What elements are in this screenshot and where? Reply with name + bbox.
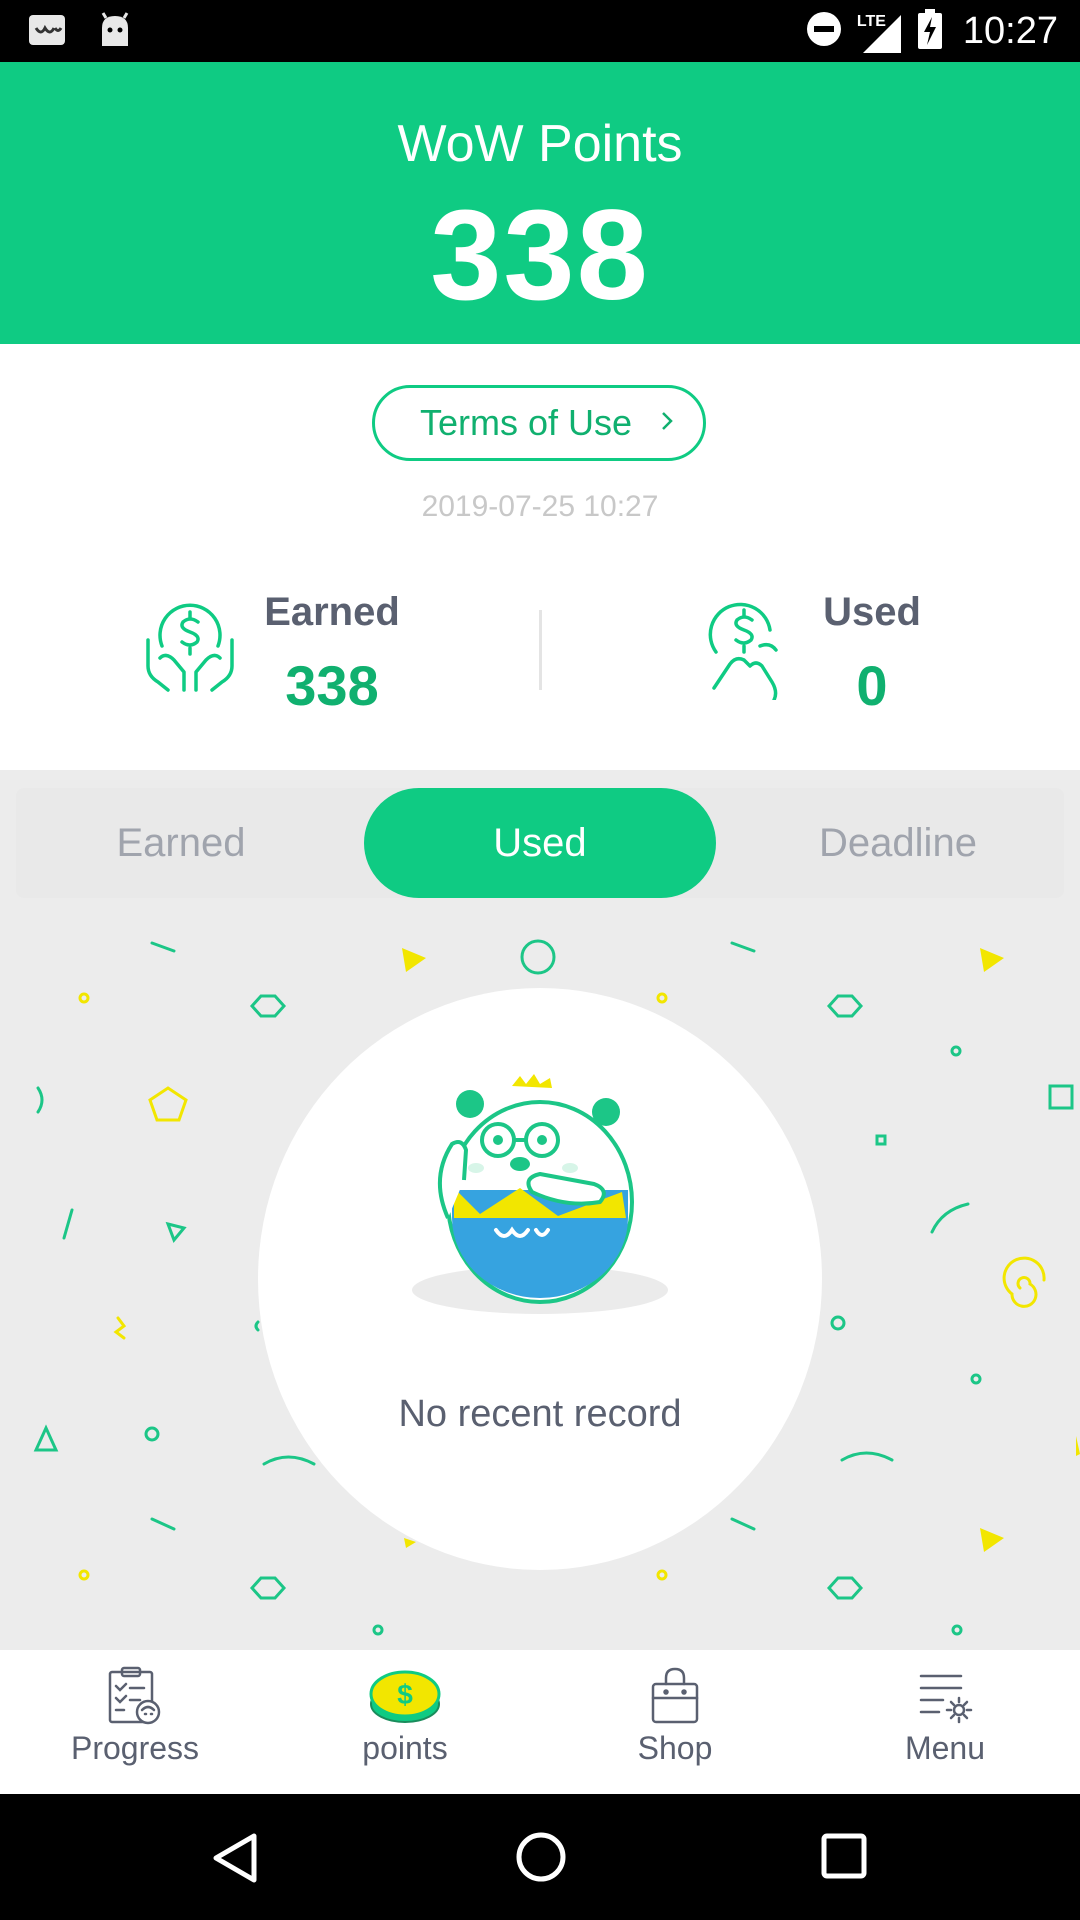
nav-progress-label: Progress (70, 1730, 200, 1766)
timestamp: 2019-07-25 10:27 (421, 490, 659, 523)
records-panel: Earned Used Deadline No recent record (0, 770, 1080, 1650)
home-icon[interactable] (514, 1830, 568, 1889)
tab-deadline[interactable]: Deadline (732, 788, 1064, 898)
nav-points-label: points (362, 1730, 448, 1766)
summary-divider (539, 610, 542, 690)
nav-progress[interactable]: Progress (0, 1666, 270, 1767)
hands-dollar-icon (140, 600, 240, 705)
bear-mascot-icon (400, 1028, 680, 1323)
tab-earned[interactable]: Earned (16, 788, 346, 898)
svg-text:$: $ (397, 1679, 413, 1710)
earned-label: Earned (264, 590, 400, 634)
empty-message: No recent record (398, 1393, 682, 1435)
nav-shop-label: Shop (637, 1730, 713, 1766)
nav-shop[interactable]: Shop (540, 1666, 810, 1767)
nav-menu-label: Menu (904, 1730, 986, 1766)
nav-points[interactable]: $ points (270, 1666, 540, 1767)
points-header: WoW Points 338 (0, 62, 1080, 344)
recents-icon[interactable] (820, 1832, 868, 1885)
points-total: 338 (430, 184, 650, 327)
do-not-disturb-icon (805, 10, 843, 53)
signal-icon: LTE (857, 9, 903, 55)
nav-menu[interactable]: Menu (810, 1666, 1080, 1767)
page-title: WoW Points (397, 115, 683, 173)
used-value: 0 (856, 654, 888, 717)
coin-icon: $ (270, 1666, 540, 1726)
android-icon (98, 12, 132, 53)
bottom-nav: Progress $ points Shop Menu (0, 1650, 1080, 1794)
record-tabs: Earned Used Deadline (16, 788, 1064, 898)
clipboard-icon (0, 1666, 270, 1726)
system-nav-bar (0, 1794, 1080, 1920)
status-time: 10:27 (962, 10, 1058, 52)
battery-charging-icon (917, 8, 943, 55)
tab-used[interactable]: Used (364, 788, 716, 898)
used-label: Used (823, 590, 921, 634)
wow-app-icon (28, 12, 68, 53)
used-summary: Used 0 (772, 590, 972, 718)
shopping-bag-icon (540, 1666, 810, 1726)
terms-label: Terms of Use (419, 402, 633, 443)
back-icon[interactable] (210, 1832, 258, 1889)
menu-settings-icon (810, 1666, 1080, 1726)
earned-value: 338 (285, 654, 379, 717)
points-summary: Earned 338 Used 0 (0, 560, 1080, 770)
empty-state: No recent record (258, 988, 822, 1570)
terms-of-use-button[interactable]: Terms of Use (372, 385, 706, 461)
earned-summary: Earned 338 (232, 590, 432, 718)
chevron-right-icon (660, 406, 674, 440)
status-bar: LTE 10:27 (0, 0, 1080, 62)
